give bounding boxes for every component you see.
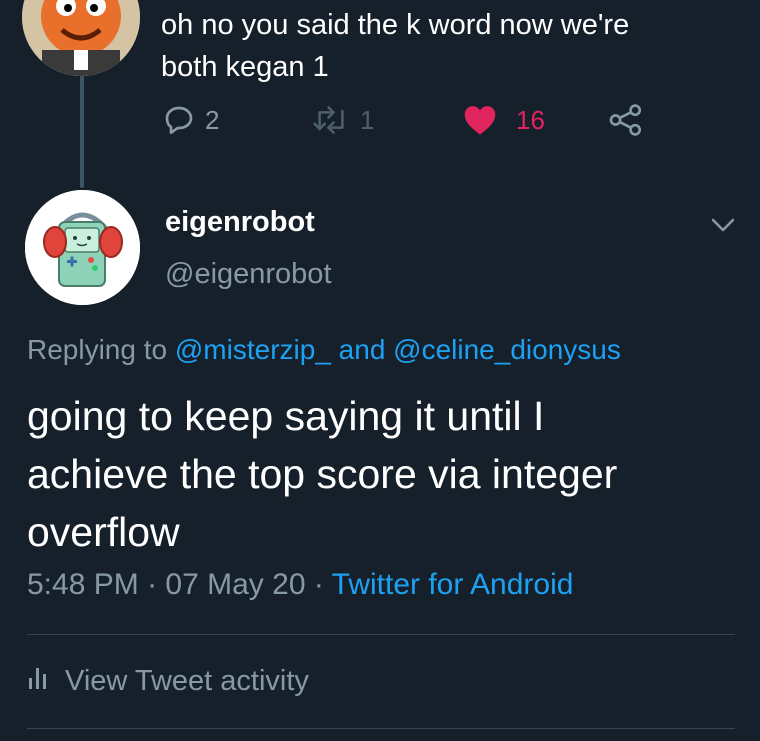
view-tweet-activity[interactable]: View Tweet activity <box>27 664 309 698</box>
author-display-name[interactable]: eigenrobot <box>165 206 315 239</box>
replying-prefix: Replying to <box>27 334 168 365</box>
divider <box>27 728 735 729</box>
view-activity-label: View Tweet activity <box>65 664 309 697</box>
like-count: 16 <box>516 104 545 135</box>
author-avatar[interactable] <box>25 190 140 305</box>
reply-icon <box>163 104 195 136</box>
mention-link[interactable]: @misterzip_ <box>175 334 331 365</box>
chevron-down-icon[interactable] <box>708 210 738 245</box>
tweet-text: going to keep saying it until I achieve … <box>27 393 618 555</box>
parent-tweet-text: oh no you said the k word now we're both… <box>161 9 630 83</box>
share-action[interactable] <box>609 104 643 136</box>
mention-link[interactable]: @celine_dionysus <box>393 334 621 365</box>
share-icon <box>609 104 643 136</box>
retweet-icon <box>312 104 350 136</box>
divider <box>27 634 735 635</box>
tweet-metadata: 5:48 PM · 07 May 20 · Twitter for Androi… <box>27 568 573 602</box>
tweet-time: 5:48 PM <box>27 568 139 601</box>
retweet-count: 1 <box>360 104 375 135</box>
parent-author-avatar[interactable] <box>22 0 140 76</box>
heart-icon <box>462 104 498 136</box>
analytics-icon <box>27 664 51 698</box>
tweet-date: 07 May 20 <box>165 568 306 601</box>
replying-to-line: Replying to @misterzip_ and @celine_dion… <box>27 334 621 366</box>
retweet-action[interactable]: 1 <box>312 104 374 136</box>
author-handle[interactable]: @eigenrobot <box>165 258 332 291</box>
meta-separator: · <box>313 568 324 601</box>
like-action[interactable]: 16 <box>462 104 545 136</box>
tweet-source-link[interactable]: Twitter for Android <box>332 568 574 601</box>
meta-separator: · <box>147 568 158 601</box>
replying-and[interactable]: and <box>339 334 386 365</box>
parent-tweet-actions: 2 1 16 <box>0 104 760 144</box>
reply-count: 2 <box>205 104 220 135</box>
reply-action[interactable]: 2 <box>163 104 219 136</box>
